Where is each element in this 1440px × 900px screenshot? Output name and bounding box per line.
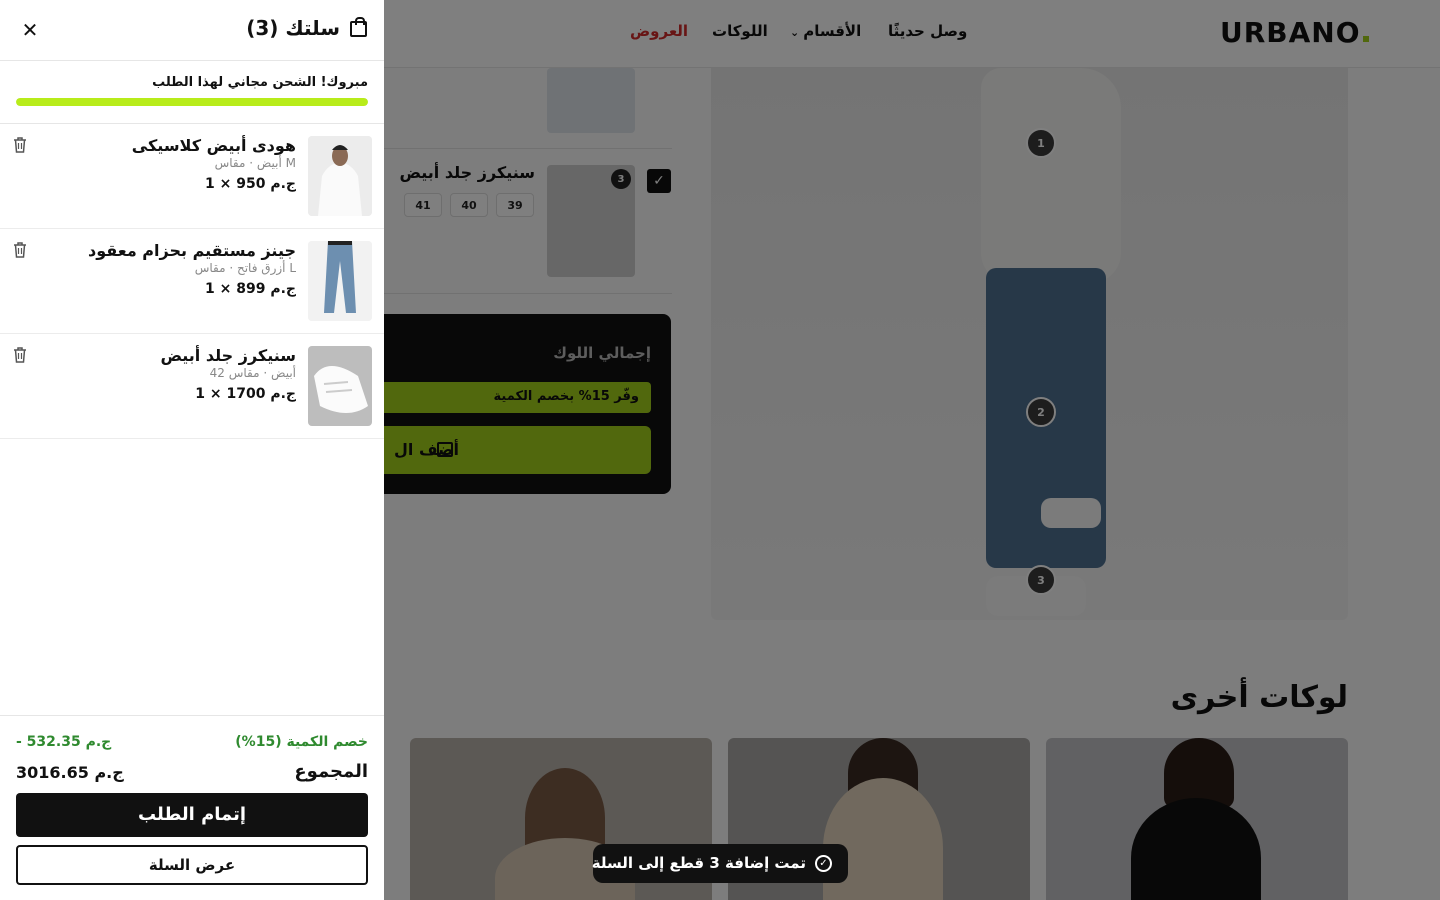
item-variant: أبيض · مقاس M [214, 156, 296, 170]
item-image [308, 241, 372, 321]
trash-icon[interactable] [12, 346, 28, 364]
cart-item: جينز مستقيم بحزام معقود أزرق فاتح · مقاس… [0, 229, 384, 334]
cart-item: سنيكرز جلد أبيض أبيض · مقاس 42 1 × 1700 … [0, 334, 384, 439]
discount-value: - 532.35 ج.م [16, 734, 112, 750]
cart-title: سلتك (3) [246, 16, 340, 40]
toast-notification: تمت إضافة 3 قطع إلى السلة ✓ [591, 844, 848, 883]
shipping-progress-bar [16, 98, 368, 106]
item-name: سنيكرز جلد أبيض [160, 346, 296, 365]
free-shipping-message: مبروك! الشحن مجاني لهذا الطلب [152, 75, 368, 90]
item-name: هودى أبيض كلاسيكى [131, 136, 296, 155]
free-shipping-section: مبروك! الشحن مجاني لهذا الطلب [0, 61, 384, 124]
close-icon[interactable]: ✕ [18, 18, 42, 42]
toast-text: تمت إضافة 3 قطع إلى السلة [591, 854, 806, 872]
trash-icon[interactable] [12, 241, 28, 259]
check-circle-icon: ✓ [815, 855, 832, 872]
item-name: جينز مستقيم بحزام معقود [88, 241, 296, 260]
item-variant: أبيض · مقاس 42 [209, 366, 296, 380]
item-price: 1 × 899 ج.م [205, 281, 296, 297]
cart-footer: خصم الكمية (15%) - 532.35 ج.م المجموع 30… [0, 715, 384, 900]
discount-label: خصم الكمية (15%) [235, 734, 368, 750]
cart-item: هودى أبيض كلاسيكى أبيض · مقاس M 1 × 950 … [0, 124, 384, 229]
item-image [308, 136, 372, 216]
checkout-button[interactable]: إتمام الطلب [16, 793, 368, 837]
shopping-bag-icon [350, 17, 367, 37]
shipping-progress-fill [16, 98, 368, 106]
total-value: 3016.65 ج.م [16, 763, 124, 782]
cart-drawer: ✕ سلتك (3) مبروك! الشحن مجاني لهذا الطلب… [0, 0, 384, 900]
trash-icon[interactable] [12, 136, 28, 154]
item-variant: أزرق فاتح · مقاس L [194, 261, 296, 275]
view-cart-button[interactable]: عرض السلة [16, 845, 368, 885]
item-image [308, 346, 372, 426]
total-label: المجموع [294, 761, 368, 782]
item-price: 1 × 1700 ج.م [195, 386, 296, 402]
cart-header: ✕ سلتك (3) [0, 0, 384, 61]
item-price: 1 × 950 ج.م [205, 176, 296, 192]
